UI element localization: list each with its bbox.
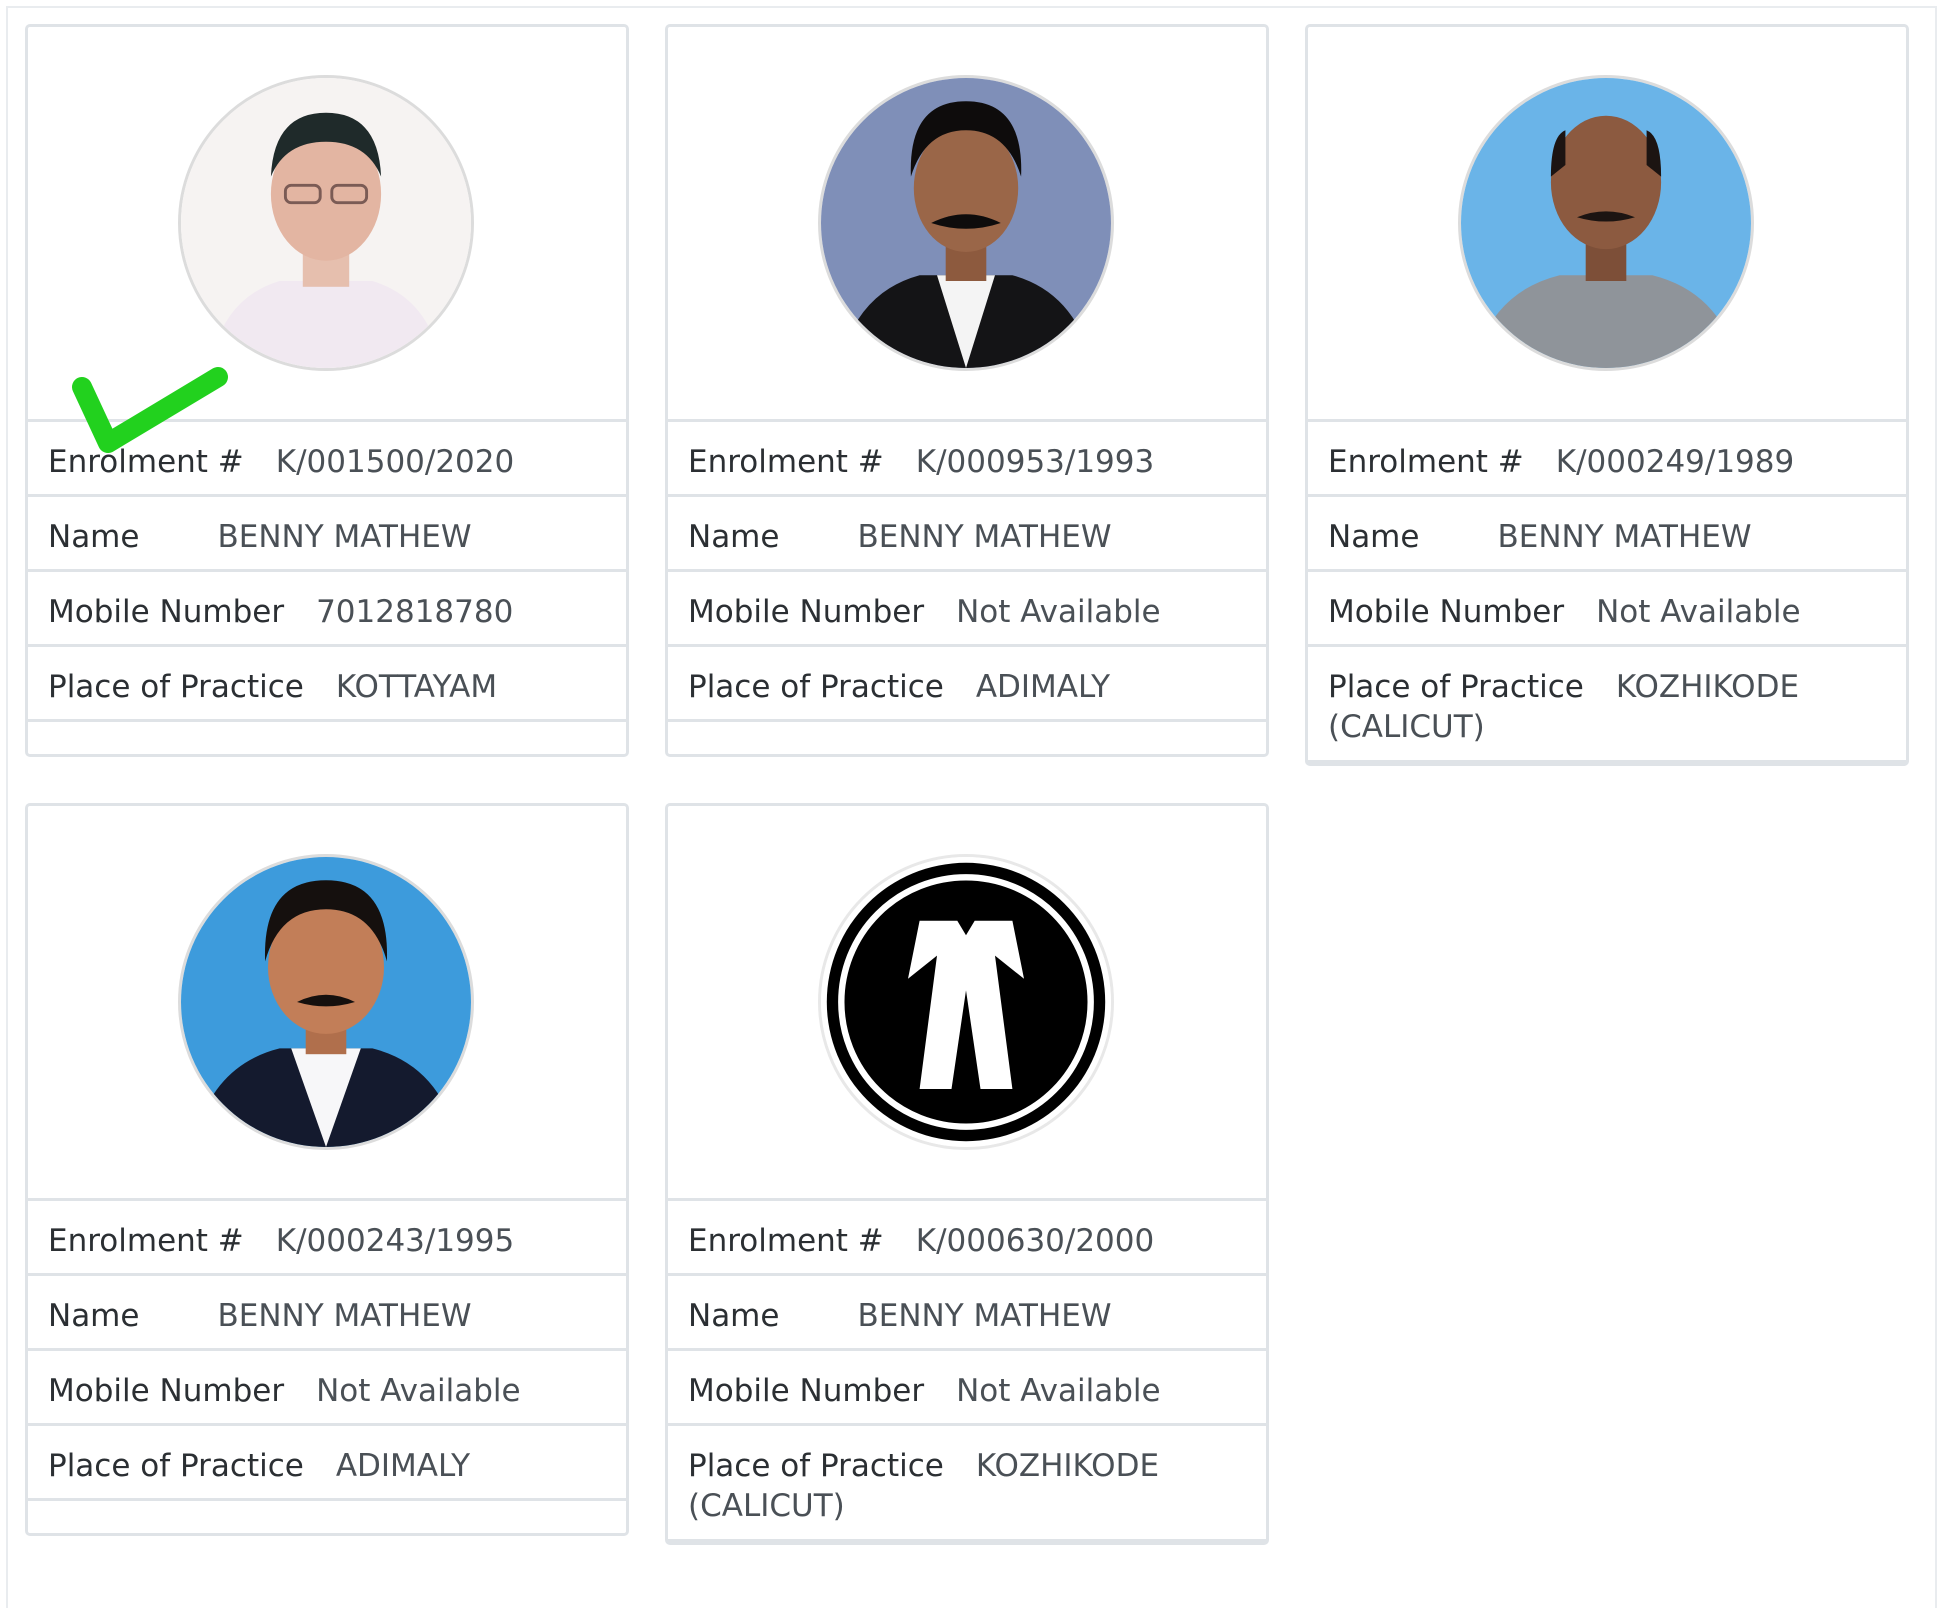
name-row: Name BENNY MATHEW — [28, 1276, 626, 1351]
mobile-row: Mobile Number Not Available — [668, 572, 1266, 647]
place-row: Place of Practice KOZHIKODE (CALICUT) — [1308, 647, 1906, 763]
mobile-label: Mobile Number — [1328, 594, 1565, 630]
name-row: Name BENNY MATHEW — [28, 497, 626, 572]
place-value: KOTTAYAM — [335, 669, 498, 705]
place-row: Place of Practice KOTTAYAM — [28, 647, 626, 722]
mobile-label: Mobile Number — [48, 594, 285, 630]
name-label: Name — [48, 519, 140, 555]
advocate-card[interactable]: Enrolment # K/000243/1995 Name BENNY MATHE… — [25, 803, 629, 1536]
name-value: BENNY MATHEW — [1497, 519, 1752, 555]
name-row: Name BENNY MATHEW — [668, 1276, 1266, 1351]
name-label: Name — [1328, 519, 1420, 555]
photo-area — [668, 27, 1266, 422]
mobile-label: Mobile Number — [48, 1373, 285, 1409]
enrolment-value: K/000243/1995 — [275, 1223, 515, 1259]
mobile-row: Mobile Number Not Available — [28, 1351, 626, 1426]
enrolment-value: K/000953/1993 — [915, 444, 1155, 480]
photo-area — [668, 806, 1266, 1201]
advocate-card[interactable]: Enrolment # K/000953/1993 Name BENNY MATHE… — [665, 24, 1269, 757]
enrolment-label: Enrolment # — [1328, 444, 1524, 480]
advocate-emblem-photo — [818, 854, 1114, 1150]
advocate-card[interactable]: Enrolment # K/001500/2020 Name BENNY MATHE… — [25, 24, 629, 757]
photo-area — [28, 27, 626, 453]
advocate-card[interactable]: Enrolment # K/000630/2000 Name BENNY MATHE… — [665, 803, 1269, 1545]
name-value: BENNY MATHEW — [857, 1298, 1112, 1334]
enrolment-row: Enrolment # K/000953/1993 — [668, 422, 1266, 497]
enrolment-value: K/000249/1989 — [1555, 444, 1795, 480]
enrolment-row: Enrolment # K/000630/2000 — [668, 1201, 1266, 1276]
photo-area — [1308, 27, 1906, 422]
card-footer — [28, 1501, 626, 1533]
name-label: Name — [688, 1298, 780, 1334]
place-label: Place of Practice — [1328, 669, 1584, 705]
place-value: ADIMALY — [335, 1448, 471, 1484]
name-row: Name BENNY MATHEW — [668, 497, 1266, 572]
place-label: Place of Practice — [48, 669, 304, 705]
photo-area — [28, 806, 626, 1201]
mobile-label: Mobile Number — [688, 594, 925, 630]
name-value: BENNY MATHEW — [217, 519, 472, 555]
place-row: Place of Practice ADIMALY — [668, 647, 1266, 722]
enrolment-label: Enrolment # — [688, 444, 884, 480]
card-footer — [668, 722, 1266, 754]
mobile-value: Not Available — [316, 1373, 521, 1409]
enrolment-row: Enrolment # K/000243/1995 — [28, 1201, 626, 1276]
name-label: Name — [48, 1298, 140, 1334]
name-value: BENNY MATHEW — [217, 1298, 472, 1334]
advocate-photo — [818, 75, 1114, 371]
mobile-value: Not Available — [956, 594, 1161, 630]
enrolment-value: K/000630/2000 — [915, 1223, 1155, 1259]
name-value: BENNY MATHEW — [857, 519, 1112, 555]
place-value: ADIMALY — [975, 669, 1111, 705]
mobile-value: Not Available — [956, 1373, 1161, 1409]
selected-check-icon — [72, 367, 228, 453]
place-row: Place of Practice ADIMALY — [28, 1426, 626, 1501]
enrolment-value: K/001500/2020 — [275, 444, 515, 480]
mobile-value: 7012818780 — [316, 594, 514, 630]
advocate-photo — [1458, 75, 1754, 371]
card-footer — [28, 722, 626, 754]
enrolment-label: Enrolment # — [48, 1223, 244, 1259]
place-label: Place of Practice — [688, 1448, 944, 1484]
enrolment-row: Enrolment # K/000249/1989 — [1308, 422, 1906, 497]
advocate-photo — [178, 75, 474, 371]
mobile-value: Not Available — [1596, 594, 1801, 630]
place-row: Place of Practice KOZHIKODE (CALICUT) — [668, 1426, 1266, 1542]
name-row: Name BENNY MATHEW — [1308, 497, 1906, 572]
name-label: Name — [688, 519, 780, 555]
advocate-card[interactable]: Enrolment # K/000249/1989 Name BENNY MATHE… — [1305, 24, 1909, 766]
mobile-row: Mobile Number 7012818780 — [28, 572, 626, 647]
place-label: Place of Practice — [48, 1448, 304, 1484]
mobile-row: Mobile Number Not Available — [1308, 572, 1906, 647]
advocate-band-icon — [821, 857, 1111, 1147]
mobile-label: Mobile Number — [688, 1373, 925, 1409]
enrolment-label: Enrolment # — [688, 1223, 884, 1259]
advocate-photo — [178, 854, 474, 1150]
place-label: Place of Practice — [688, 669, 944, 705]
mobile-row: Mobile Number Not Available — [668, 1351, 1266, 1426]
